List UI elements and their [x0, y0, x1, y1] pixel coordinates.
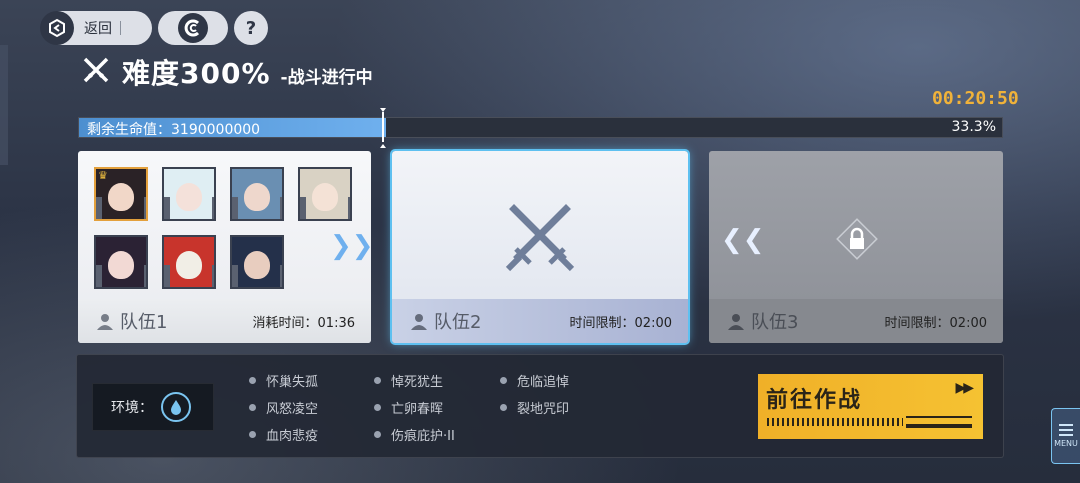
back-icon [40, 11, 74, 45]
decorative-bar [906, 424, 972, 428]
team-card-1[interactable]: ♛助 ❯❯ 队伍1 消耗时间：01:36 [78, 151, 371, 343]
buff-item[interactable]: 危临追悼 [500, 371, 569, 390]
character-avatar[interactable] [162, 235, 216, 289]
help-button[interactable]: ? [234, 11, 268, 45]
buff-item[interactable]: 血肉悲疫 [249, 425, 318, 444]
help-icon: ? [245, 17, 257, 39]
decorative-line [906, 416, 972, 418]
crossed-swords-icon [83, 57, 109, 83]
battle-timer: 00:20:50 [932, 88, 1019, 109]
leader-crown-icon: ♛ [98, 169, 108, 182]
character-avatar[interactable] [298, 167, 352, 221]
buff-item[interactable]: 悼死犹生 [374, 371, 443, 390]
start-battle-button[interactable]: 前往作战 ▶▶ [758, 374, 983, 439]
character-avatar[interactable] [230, 167, 284, 221]
team-1-avatar-grid: ♛助 [94, 167, 352, 289]
character-avatar[interactable] [230, 235, 284, 289]
lock-icon [836, 218, 878, 260]
team-3-label: 队伍3 [751, 312, 799, 333]
team-1-time: 消耗时间：01:36 [252, 315, 355, 331]
buff-item[interactable]: 裂地咒印 [500, 398, 569, 417]
character-avatar[interactable] [94, 235, 148, 289]
team-2-time: 时间限制：02:00 [569, 315, 672, 331]
decorative-stripe [767, 418, 903, 426]
menu-label: MENU [1054, 439, 1078, 448]
team-card-2[interactable]: 队伍2 时间限制：02:00 [390, 149, 690, 345]
team-3-time: 时间限制：02:00 [884, 315, 987, 331]
left-edge-tab [0, 45, 8, 165]
back-label: 返回 [84, 21, 112, 37]
team-1-label: 队伍1 [120, 312, 168, 333]
character-avatar[interactable] [162, 167, 216, 221]
menu-button[interactable]: MENU [1051, 408, 1080, 464]
back-button[interactable]: 返回 [40, 11, 152, 45]
boss-hp-bar: 剩余生命值：3190000000 33.3% [78, 117, 1003, 138]
battle-status: -战斗进行中 [280, 68, 373, 88]
environment-box[interactable]: 环境： [92, 383, 214, 431]
character-avatar[interactable]: ♛ [94, 167, 148, 221]
person-icon [411, 314, 427, 330]
team-2-footer: 队伍2 时间限制：02:00 [392, 299, 688, 343]
separator [120, 21, 121, 35]
hp-marker-icon [380, 108, 386, 148]
buff-item[interactable]: 怀巢失孤 [249, 371, 318, 390]
team-2-name: 队伍2 [410, 308, 481, 334]
hp-remaining-label: 剩余生命值：3190000000 [87, 122, 261, 138]
team-2-label: 队伍2 [434, 312, 482, 333]
environment-label: 环境： [111, 400, 153, 416]
water-drop-icon [161, 392, 191, 422]
buff-item[interactable]: 伤痕庇护·II [374, 425, 455, 444]
team-1-name: 队伍1 [96, 308, 167, 334]
buff-item[interactable]: 风怒凌空 [249, 398, 318, 417]
buff-item[interactable]: 亡卵春晖 [374, 398, 443, 417]
home-logo-icon [178, 13, 208, 43]
fast-forward-icon: ▶▶ [955, 380, 973, 396]
team-3-name: 队伍3 [727, 308, 798, 334]
page-title: 难度300% -战斗进行中 [122, 52, 373, 92]
menu-icon [1059, 424, 1073, 436]
team-1-footer: 队伍1 消耗时间：01:36 [78, 299, 371, 343]
home-button[interactable] [158, 11, 228, 45]
chevron-left-icon: ❮❮ [721, 225, 765, 255]
person-icon [97, 314, 113, 330]
hp-percent: 33.3% [951, 119, 996, 135]
team-card-3[interactable]: ❮❮ 队伍3 时间限制：02:00 [709, 151, 1003, 343]
crossed-swords-icon [505, 204, 575, 272]
person-icon [728, 314, 744, 330]
start-battle-label: 前往作战 [766, 388, 863, 413]
team-3-footer: 队伍3 时间限制：02:00 [709, 299, 1003, 343]
difficulty-title: 难度300% [122, 57, 271, 90]
expand-chevron-icon[interactable]: ❯❯ [330, 231, 371, 261]
